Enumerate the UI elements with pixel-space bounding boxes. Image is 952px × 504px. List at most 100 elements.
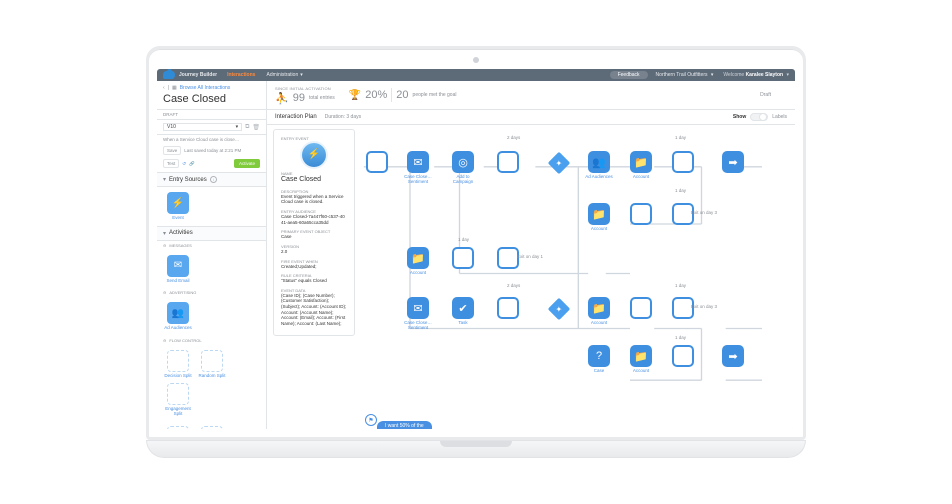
sub-header: ‹ | ▦ Browse All Interactions Case Close… [157, 81, 795, 110]
entry-event-panel[interactable]: ENTRY EVENT ⚡ NAME Case Closed DESCRIPTI… [273, 129, 355, 336]
save-button[interactable]: Save [163, 146, 181, 155]
tile-random-split[interactable]: %Random Split [197, 350, 227, 379]
tile-send-email[interactable]: ✉Send Email [163, 255, 193, 284]
total-entries-label: total entries [309, 95, 335, 101]
top-bar: Journey Builder Interactions Administrat… [157, 69, 795, 81]
messages-label: ⊖MESSAGES [157, 241, 266, 250]
question-icon: ? [588, 345, 610, 367]
org-menu[interactable]: Northern Trail Outfitters ▾ [656, 72, 714, 78]
trophy-icon: 🏆 [349, 90, 361, 101]
question-icon: ? [167, 350, 189, 372]
node-account[interactable]: 📁Account [583, 297, 615, 326]
people-icon: 👥 [588, 151, 610, 173]
node-case-close-sentiment[interactable]: ✉Case Close… Sentiment [402, 151, 434, 184]
clock-icon: ◷ [630, 203, 652, 225]
last-saved-label: Last saved today at 2:21 PM [184, 148, 241, 153]
node-account[interactable]: 📁Account [583, 203, 615, 232]
flow-canvas[interactable]: ENTRY EVENT ⚡ NAME Case Closed DESCRIPTI… [267, 125, 795, 429]
info-icon[interactable]: i [210, 176, 217, 183]
tab-interactions[interactable]: Interactions [227, 72, 255, 78]
welcome-user-menu[interactable]: Welcome Karalee Slayton ▾ [723, 72, 789, 78]
node-sparkle[interactable]: ✦ [543, 301, 575, 317]
envelope-icon: ✉ [407, 151, 429, 173]
duration-tag: 2 days [507, 135, 520, 140]
node-case-close-sentiment[interactable]: ✉Case Close… Sentiment [402, 297, 434, 330]
node-wait[interactable]: ◷ [667, 151, 699, 173]
grid-icon[interactable]: ▦ [172, 85, 177, 91]
app-body: DRAFT V10▾ ⧉ 🗑 When a Service Cloud case… [157, 110, 795, 429]
node-exit[interactable]: ➡ [717, 345, 749, 367]
tab-administration[interactable]: Administration▾ [267, 72, 303, 78]
goal-bubble[interactable]: I want 50% of the [377, 421, 432, 429]
node-account[interactable]: 📁Account [625, 345, 657, 374]
activate-button[interactable]: Activate [234, 159, 260, 168]
join-icon: ➤ [167, 426, 189, 429]
version-note: When a Service Cloud case is close… [157, 135, 266, 144]
left-sub-header: ‹ | ▦ Browse All Interactions Case Close… [157, 81, 267, 109]
show-labels-toggle[interactable]: Show Labels [733, 113, 787, 121]
link-icon[interactable]: 🔗 [189, 161, 195, 167]
version-select[interactable]: V10▾ [163, 123, 242, 131]
interaction-plan-header: Interaction Plan Duration: 3 days Show L… [267, 110, 795, 125]
browse-all-link[interactable]: Browse All Interactions [180, 85, 231, 91]
tile-wait[interactable]: ◷Wait [197, 426, 227, 429]
duration-tag: 1 day [675, 188, 686, 193]
node-wait[interactable]: ◷ [667, 345, 699, 367]
chevron-down-icon: ▾ [786, 72, 789, 78]
trash-icon[interactable]: 🗑 [252, 124, 260, 131]
goal-flag-icon[interactable]: ⚑ [365, 414, 377, 426]
clock-icon: ◷ [672, 345, 694, 367]
goal-pct: 20% [365, 89, 387, 101]
sparkle-icon: ✦ [548, 298, 571, 321]
node-wait[interactable]: ◷ [625, 203, 657, 225]
test-button[interactable]: Test [163, 159, 179, 168]
duration-tag: 1 day [675, 283, 686, 288]
node-account[interactable]: 📁Account [402, 247, 434, 276]
exit-icon: ➡ [722, 151, 744, 173]
node-wait[interactable]: ◷ [492, 297, 524, 319]
laptop-camera [473, 57, 479, 63]
lightning-icon: ⚡ [167, 192, 189, 214]
folder-icon: 📁 [588, 297, 610, 319]
clock-icon: ◷ [497, 151, 519, 173]
envelope-icon: ✉ [407, 297, 429, 319]
right-sub-header: SINCE INITIAL ACTIVATION ⛹ 99 total entr… [267, 81, 795, 109]
node-exit[interactable]: ➡ [717, 151, 749, 173]
clock-icon: ◷ [497, 297, 519, 319]
tile-decision-split[interactable]: ?Decision Split [163, 350, 193, 379]
tile-engagement-split[interactable]: ⤴Engagement Split [163, 383, 193, 416]
node-wait[interactable]: ◷ [625, 297, 657, 319]
folder-icon: 📁 [630, 151, 652, 173]
activities-section[interactable]: ▾ Activities [157, 226, 266, 241]
clock-icon: ◷ [452, 247, 474, 269]
entry-sources-section[interactable]: ▾ Entry Sources i [157, 172, 266, 187]
copy-icon[interactable]: ⧉ [245, 124, 249, 131]
flow-control-label: ⊖FLOW CONTROL [157, 336, 266, 345]
duration-tag: 1 day [458, 237, 469, 242]
tile-event[interactable]: ⚡Event [163, 192, 193, 221]
node-case[interactable]: ?Case [583, 345, 615, 374]
node-sparkle[interactable]: ✦ [543, 155, 575, 171]
tile-ad-audiences[interactable]: 👥Ad Audiences [163, 302, 193, 331]
lightning-icon: ⚡ [302, 143, 326, 167]
node-wait[interactable]: ◷ [447, 247, 479, 269]
node-account[interactable]: 📁Account [625, 151, 657, 180]
node-add-to-campaign[interactable]: ◎Add to Campaign [447, 151, 479, 184]
undo-icon[interactable]: ↺ [182, 161, 186, 167]
chevron-down-icon: ▾ [711, 72, 714, 78]
clock-icon: ◷ [630, 297, 652, 319]
app-brand: Journey Builder [179, 72, 217, 78]
node-ad-audiences[interactable]: 👥Ad Audiences [583, 151, 615, 180]
chevron-down-icon: ▾ [300, 72, 303, 78]
clock-icon: ◷ [672, 151, 694, 173]
main-panel: Interaction Plan Duration: 3 days Show L… [267, 110, 795, 429]
feedback-button[interactable]: Feedback [610, 71, 648, 79]
people-icon: ⛹ [275, 92, 289, 105]
tile-join[interactable]: ➤Join [163, 426, 193, 429]
back-chevron-icon[interactable]: ‹ [163, 85, 165, 91]
clock-icon: ◷ [201, 426, 223, 429]
node-task[interactable]: ✔Task [447, 297, 479, 326]
node-wait[interactable]: ◷ [492, 151, 524, 173]
node-decision[interactable]: ? [361, 151, 393, 173]
top-tabs: Interactions Administration▾ [227, 72, 313, 78]
